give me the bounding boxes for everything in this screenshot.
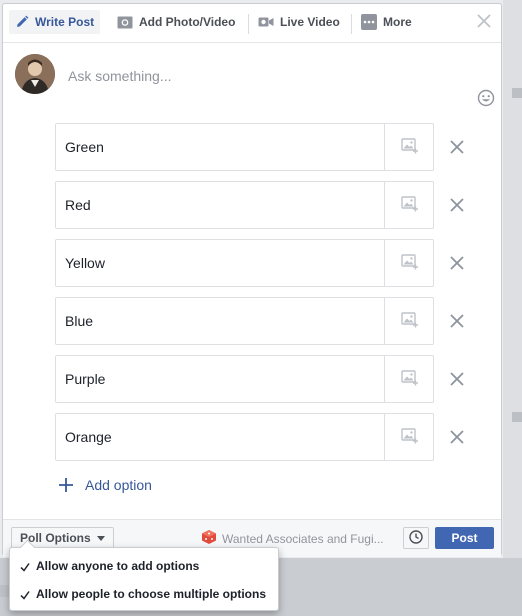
remove-option-icon[interactable] [447,369,467,389]
tab-live-video[interactable]: Live Video [258,10,340,34]
photo-add-icon [400,253,419,273]
menu-item-allow-add-options[interactable]: Allow anyone to add options [20,557,199,575]
add-option-photo-button[interactable] [384,124,434,170]
poll-option [55,239,434,287]
post-button[interactable]: Post [435,527,494,549]
add-option-photo-button[interactable] [384,182,434,228]
emoji-icon[interactable] [477,89,495,107]
audience-label: Wanted Associates and Fugi... [222,531,384,546]
checkmark-icon [20,589,30,600]
background-fragment [512,88,522,98]
close-icon[interactable] [475,12,493,30]
photo-add-icon [400,369,419,389]
add-option-photo-button[interactable] [384,240,434,286]
remove-option-icon[interactable] [447,195,467,215]
add-option-label: Add option [85,477,152,493]
chevron-down-icon [96,535,105,541]
composer-tabs: Write Post Add Photo/Video Live Video Mo… [3,4,501,43]
schedule-button[interactable] [403,527,429,549]
poll-option-input[interactable] [56,182,384,228]
tab-label: Write Post [35,15,95,29]
tab-write-post[interactable]: Write Post [9,10,101,34]
poll-options-menu: Allow anyone to add options Allow people… [9,547,279,611]
poll-option-input[interactable] [56,298,384,344]
camera-icon [117,15,133,29]
clock-icon [409,529,423,547]
menu-item-label: Allow people to choose multiple options [36,587,267,601]
more-dots-icon [361,14,377,30]
ask-something-input[interactable] [66,66,450,86]
add-option-photo-button[interactable] [384,356,434,402]
tab-label: Live Video [280,15,340,29]
tab-label: Add Photo/Video [139,15,236,29]
poll-option-input[interactable] [56,240,384,286]
photo-add-icon [400,427,419,447]
menu-item-allow-multiple-choices[interactable]: Allow people to choose multiple options [20,585,266,603]
menu-item-label: Allow anyone to add options [36,559,200,573]
remove-option-icon[interactable] [447,253,467,273]
video-camera-icon [258,16,274,28]
poll-option [55,297,434,345]
tab-add-photo-video[interactable]: Add Photo/Video [117,10,235,34]
poll-option [55,413,434,461]
remove-option-icon[interactable] [447,137,467,157]
poll-option [55,123,434,171]
poll-option-input[interactable] [56,356,384,402]
tab-label: More [383,15,412,29]
tab-divider [351,14,352,34]
avatar[interactable] [15,54,55,94]
photo-add-icon [400,137,419,157]
add-option-photo-button[interactable] [384,298,434,344]
plus-icon [59,478,73,492]
poll-option-input[interactable] [56,124,384,170]
poll-option [55,181,434,229]
remove-option-icon[interactable] [447,427,467,447]
post-composer: Write Post Add Photo/Video Live Video Mo… [2,3,502,557]
tab-more[interactable]: More [361,10,412,34]
group-icon [201,529,217,548]
pencil-icon [15,15,29,29]
photo-add-icon [400,195,419,215]
checkmark-icon [20,561,30,572]
remove-option-icon[interactable] [447,311,467,331]
add-option-button[interactable]: Add option [59,477,152,493]
background-fragment [512,412,522,422]
add-option-photo-button[interactable] [384,414,434,460]
tab-divider [248,14,249,34]
audience-selector[interactable]: Wanted Associates and Fugi... [201,529,388,548]
poll-option-input[interactable] [56,414,384,460]
photo-add-icon [400,311,419,331]
poll-option [55,355,434,403]
